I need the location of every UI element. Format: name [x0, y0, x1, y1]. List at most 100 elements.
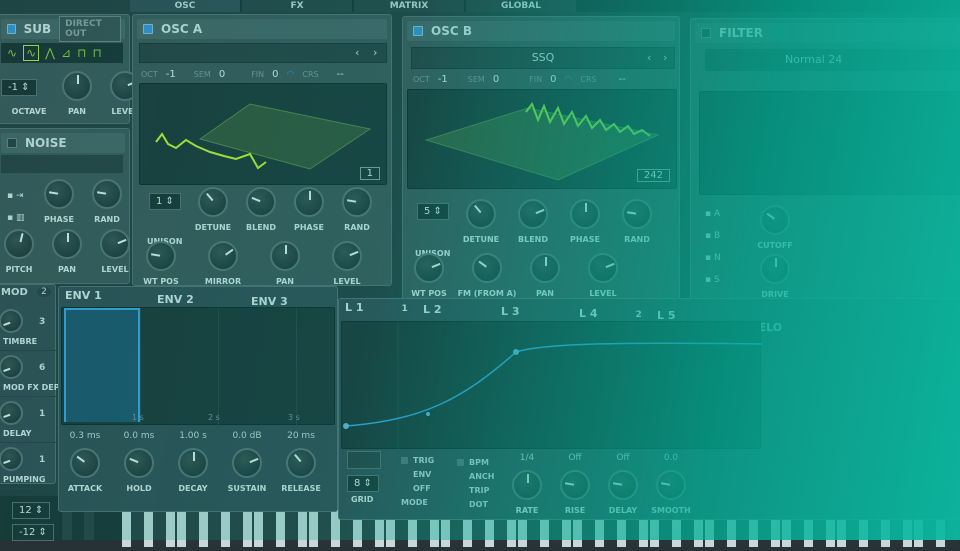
- knob-cutoff[interactable]: CUTOFF: [751, 205, 799, 250]
- knob-dial[interactable]: [622, 199, 652, 229]
- osc-a-frame-number[interactable]: 1: [359, 167, 380, 180]
- knob-dial[interactable]: [414, 253, 444, 283]
- knob-dial[interactable]: [44, 179, 74, 209]
- lfo-preset-button[interactable]: [347, 451, 381, 469]
- knob-level[interactable]: LEVEL: [323, 241, 371, 286]
- osc-b-unison-stepper[interactable]: 5 ⇕: [417, 203, 449, 220]
- knob-dial[interactable]: [570, 199, 600, 229]
- osc-a-wavetable-display[interactable]: 1: [139, 83, 387, 185]
- lfo-curve-handle[interactable]: [426, 412, 430, 416]
- tab-global[interactable]: GLOBAL: [466, 0, 576, 12]
- knob-detune[interactable]: DETUNE: [457, 199, 505, 244]
- lfo-graph[interactable]: [341, 321, 763, 450]
- knob-delay[interactable]: Off DELAY: [599, 453, 647, 515]
- direct-out-button[interactable]: DIRECT OUT: [59, 16, 121, 42]
- knob-dial[interactable]: [62, 71, 92, 101]
- knob-dial[interactable]: [342, 187, 372, 217]
- knob-rise[interactable]: Off RISE: [551, 453, 599, 515]
- tab-fx[interactable]: FX: [242, 0, 352, 12]
- envelope-graph[interactable]: 1 s 2 s 3 s: [61, 307, 335, 426]
- round-wave-icon[interactable]: ∿: [23, 45, 40, 61]
- knob-dial[interactable]: [560, 470, 590, 500]
- pitch-bend-down-stepper[interactable]: -12 ⇕: [12, 524, 54, 541]
- knob-dial[interactable]: [208, 241, 238, 271]
- knob-dial[interactable]: [270, 241, 300, 271]
- macro-2[interactable]: 6 MOD FX DEPTH: [0, 351, 72, 397]
- osc-b-enable-toggle[interactable]: [413, 26, 423, 36]
- knob-dial[interactable]: [608, 470, 638, 500]
- knob-dial[interactable]: [332, 241, 362, 271]
- route-n-toggle[interactable]: ▪ N: [705, 247, 721, 269]
- knob-dial[interactable]: [70, 448, 100, 478]
- knob-detune[interactable]: DETUNE: [189, 187, 237, 232]
- osc-b-oct[interactable]: -1: [438, 74, 448, 85]
- sub-enable-toggle[interactable]: [7, 24, 16, 34]
- osc-b-crs[interactable]: --: [619, 74, 626, 85]
- knob-wt-pos[interactable]: WT POS: [137, 241, 185, 286]
- lfo-point[interactable]: [513, 349, 519, 355]
- knob-sustain[interactable]: 0.0 dB SUSTAIN: [223, 431, 271, 493]
- macro-knob[interactable]: [0, 401, 23, 425]
- knob-dial[interactable]: [52, 229, 82, 259]
- tab-lfo-1[interactable]: L 1 1: [345, 301, 408, 314]
- macro-3[interactable]: 1 DELAY: [0, 397, 57, 443]
- lfo-point[interactable]: [343, 423, 349, 429]
- triangle-wave-icon[interactable]: ⋀: [45, 46, 55, 60]
- knob-dial[interactable]: [530, 253, 560, 283]
- knob-phase[interactable]: PHASE: [561, 199, 609, 244]
- knob-dial[interactable]: [294, 187, 324, 217]
- macro-knob[interactable]: [0, 355, 23, 379]
- sine-wave-icon[interactable]: ∿: [7, 46, 17, 60]
- macro-knob[interactable]: [0, 309, 23, 333]
- tab-env-2[interactable]: ENV 2: [157, 293, 194, 306]
- knob-pan[interactable]: PAN: [53, 71, 101, 116]
- osc-a-oct[interactable]: -1: [166, 69, 176, 80]
- tab-lfo-4[interactable]: L 4 2: [579, 307, 642, 320]
- osc-b-frame-number[interactable]: 242: [636, 169, 670, 182]
- osc-a-prev-icon[interactable]: ‹: [355, 46, 359, 59]
- knob-dial[interactable]: [286, 448, 316, 478]
- osc-b-fin[interactable]: 0: [550, 74, 556, 85]
- osc-b-wavetable-display[interactable]: 242: [407, 89, 677, 189]
- knob-pan[interactable]: PAN: [521, 253, 569, 298]
- knob-rand[interactable]: RAND: [83, 179, 131, 224]
- knob-phase[interactable]: PHASE: [285, 187, 333, 232]
- noise-keytrack-toggle[interactable]: ▪ ⇥: [7, 191, 24, 201]
- mode-trig[interactable]: TRIG: [401, 453, 434, 467]
- tab-matrix[interactable]: MATRIX: [354, 0, 464, 12]
- bpm-toggle[interactable]: BPM: [457, 455, 494, 469]
- knob-level[interactable]: LEVEL: [579, 253, 627, 298]
- knob-rand[interactable]: RAND: [333, 187, 381, 232]
- sub-waveform-selector[interactable]: ∿ ∿ ⋀ ⊿ ⊓ ⊓: [1, 43, 123, 63]
- saw-wave-icon[interactable]: ⊿: [61, 46, 71, 60]
- route-b-toggle[interactable]: ▪ B: [705, 225, 721, 247]
- knob-rand[interactable]: RAND: [613, 199, 661, 244]
- pitch-bend-up-stepper[interactable]: 12 ⇕: [12, 502, 51, 519]
- tab-osc[interactable]: OSC: [130, 0, 240, 12]
- filter-display[interactable]: [699, 91, 960, 195]
- osc-b-crs-toggle-icon[interactable]: ◠: [565, 75, 573, 85]
- knob-rate[interactable]: 1/4 RATE: [503, 453, 551, 515]
- mode-env[interactable]: ENV: [401, 467, 434, 481]
- osc-a-crs[interactable]: --: [337, 69, 344, 80]
- knob-mirror[interactable]: MIRROR: [199, 241, 247, 286]
- knob-dial[interactable]: [760, 205, 790, 235]
- knob-dial[interactable]: [472, 253, 502, 283]
- knob-dial[interactable]: [512, 470, 542, 500]
- filter-enable-toggle[interactable]: [701, 28, 711, 38]
- macro-1[interactable]: 3 TIMBRE: [0, 305, 57, 351]
- knob-dial[interactable]: [4, 229, 34, 259]
- osc-b-prev-icon[interactable]: ‹: [647, 51, 651, 64]
- knob-drive[interactable]: DRIVE: [751, 254, 799, 299]
- knob-octave[interactable]: OCTAVE: [5, 71, 53, 116]
- osc-b-wavetable-bar[interactable]: SSQ: [411, 47, 675, 69]
- knob-dial[interactable]: [518, 199, 548, 229]
- osc-a-wavetable-bar[interactable]: [139, 43, 387, 63]
- noise-oneshot-toggle[interactable]: ▪ ▥: [7, 213, 24, 223]
- knob-wt-pos[interactable]: WT POS: [405, 253, 453, 298]
- knob-attack[interactable]: 0.3 ms ATTACK: [61, 431, 109, 493]
- filter-type-selector[interactable]: Normal 24: [705, 49, 960, 71]
- knob-hold[interactable]: 0.0 ms HOLD: [115, 431, 163, 493]
- square-wave-icon[interactable]: ⊓: [77, 46, 86, 60]
- knob-blend[interactable]: BLEND: [509, 199, 557, 244]
